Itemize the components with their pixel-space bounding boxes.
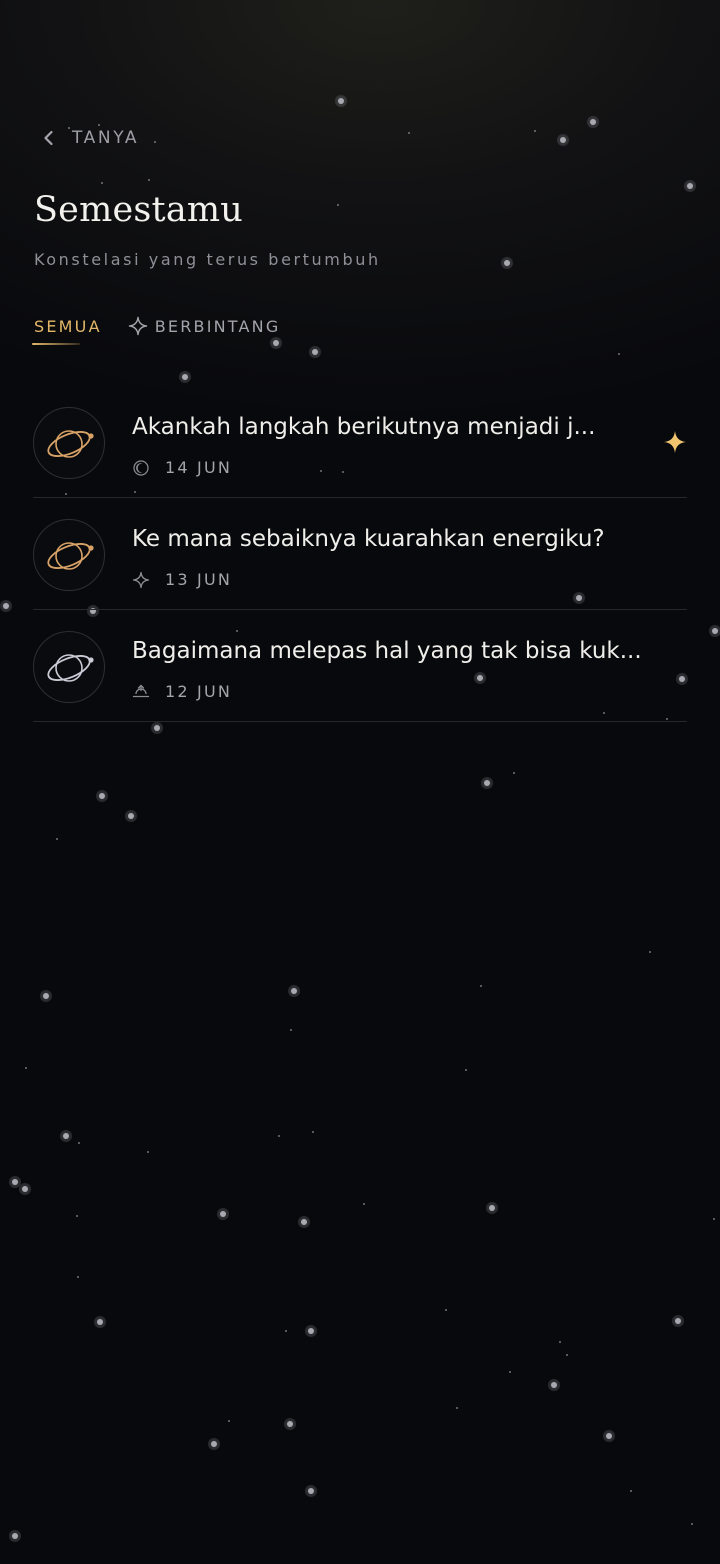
page-subtitle: Konstelasi yang terus bertumbuh xyxy=(34,250,381,269)
star-dot xyxy=(480,985,482,987)
star-dot xyxy=(551,1382,557,1388)
star-dot xyxy=(484,780,490,786)
star-dot xyxy=(77,1276,79,1278)
star-dot xyxy=(489,1205,495,1211)
question-list: Akankah langkah berikutnya menjadi j... … xyxy=(33,386,687,722)
tab-starred[interactable]: BERBINTANG xyxy=(128,311,281,341)
star-dot xyxy=(630,1490,632,1492)
star-dot xyxy=(308,1488,314,1494)
starred-star-icon[interactable] xyxy=(663,430,687,454)
chevron-left-icon xyxy=(44,130,53,146)
star-dot xyxy=(228,1420,230,1422)
star-dot xyxy=(12,1533,18,1539)
star-dot xyxy=(337,204,339,206)
star-dot xyxy=(691,1523,693,1525)
star-dot xyxy=(534,130,536,132)
sparkle-icon xyxy=(132,571,150,588)
tab-starred-label: BERBINTANG xyxy=(154,316,281,336)
entry-meta: 14 JUN xyxy=(132,458,232,477)
star-dot xyxy=(290,1029,292,1031)
star-dot xyxy=(606,1433,612,1439)
star-dot xyxy=(291,988,297,994)
star-dot xyxy=(287,1421,293,1427)
star-dot xyxy=(675,1318,681,1324)
star-outline-icon xyxy=(128,316,147,336)
entry-meta: 12 JUN xyxy=(132,682,232,701)
star-dot xyxy=(99,793,105,799)
star-dot xyxy=(504,260,510,266)
star-dot xyxy=(154,725,160,731)
planet-icon xyxy=(33,407,105,479)
list-item[interactable]: Ke mana sebaiknya kuarahkan energiku? 13… xyxy=(33,498,687,610)
planet-icon xyxy=(33,631,105,703)
star-dot xyxy=(465,1069,467,1071)
planet-drawing xyxy=(47,542,94,570)
star-dot xyxy=(513,772,515,774)
planet-drawing xyxy=(47,430,94,458)
question-text: Bagaimana melepas hal yang tak bisa kuk.… xyxy=(132,638,642,664)
filter-tabs: SEMUA BERBINTANG xyxy=(32,311,281,345)
star-dot xyxy=(97,1319,103,1325)
star-dot xyxy=(445,1309,447,1311)
entry-meta: 13 JUN xyxy=(132,570,232,589)
entry-date: 12 JUN xyxy=(165,682,233,701)
page-title: Semestamu xyxy=(34,190,244,230)
star-dot xyxy=(308,1328,314,1334)
star-dot xyxy=(285,1330,287,1332)
question-text: Akankah langkah berikutnya menjadi j... xyxy=(132,414,596,440)
entry-date: 14 JUN xyxy=(165,458,233,477)
star-dot xyxy=(687,183,693,189)
star-dot xyxy=(590,119,596,125)
star-dot xyxy=(712,628,718,634)
planet-icon xyxy=(33,519,105,591)
sunrise-icon xyxy=(132,684,150,697)
star-dot xyxy=(278,1135,280,1137)
star-dot xyxy=(56,838,58,840)
star-dot xyxy=(713,1218,715,1220)
star-dot xyxy=(456,1407,458,1409)
star-dot xyxy=(566,1354,568,1356)
star-dot xyxy=(148,179,150,181)
star-dot xyxy=(43,993,49,999)
moon-icon xyxy=(133,459,149,476)
star-dot xyxy=(312,1131,314,1133)
star-dot xyxy=(128,813,134,819)
star-dot xyxy=(408,132,410,134)
star-dot xyxy=(618,353,620,355)
star-dot xyxy=(25,1067,27,1069)
star-dot xyxy=(78,1142,80,1144)
active-tab-indicator xyxy=(32,343,80,345)
star-dot xyxy=(12,1179,18,1185)
planet-drawing xyxy=(47,654,94,682)
star-dot xyxy=(182,374,188,380)
star-dot xyxy=(560,137,566,143)
star-dot xyxy=(101,182,103,184)
star-dot xyxy=(312,349,318,355)
star-dot xyxy=(220,1211,226,1217)
star-dot xyxy=(147,1151,149,1153)
star-dot xyxy=(649,951,651,953)
entry-date: 13 JUN xyxy=(165,570,233,589)
starfield-background xyxy=(0,0,720,1564)
star-dot xyxy=(509,1371,511,1373)
back-label: TANYA xyxy=(72,128,140,148)
star-dot xyxy=(22,1186,28,1192)
list-item[interactable]: Bagaimana melepas hal yang tak bisa kuk.… xyxy=(33,610,687,722)
star-dot xyxy=(211,1441,217,1447)
tab-all-label: SEMUA xyxy=(34,316,102,336)
star-dot xyxy=(63,1133,69,1139)
back-button[interactable]: TANYA xyxy=(40,124,139,152)
star-dot xyxy=(559,1341,561,1343)
star-dot xyxy=(338,98,344,104)
list-item[interactable]: Akankah langkah berikutnya menjadi j... … xyxy=(33,386,687,498)
star-dot xyxy=(154,141,156,143)
star-dot xyxy=(301,1219,307,1225)
star-dot xyxy=(363,1203,365,1205)
star-dot xyxy=(3,603,9,609)
star-dot xyxy=(76,1215,78,1217)
question-text: Ke mana sebaiknya kuarahkan energiku? xyxy=(132,526,605,552)
tab-all[interactable]: SEMUA xyxy=(32,311,102,345)
